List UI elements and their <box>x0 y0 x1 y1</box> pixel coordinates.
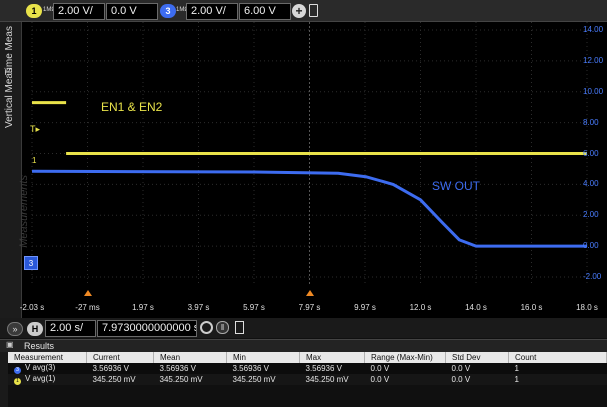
time-reference-marker-icon[interactable] <box>305 290 314 296</box>
x-tick-label: 7.97 s <box>298 303 321 312</box>
current-cell: 3.56936 V <box>86 363 154 374</box>
min-cell: 345.250 mV <box>226 374 300 385</box>
x-tick-label: 5.97 s <box>243 303 265 312</box>
col-min[interactable]: Min <box>226 352 300 363</box>
measurements-watermark: Measurements <box>18 175 30 248</box>
y-tick-label: 6.00 <box>583 148 599 158</box>
col-measurement[interactable]: Measurement <box>8 352 87 363</box>
y-tick-label: 2.00 <box>583 210 599 220</box>
col-range[interactable]: Range (Max-Min) <box>364 352 446 363</box>
results-table: Measurement Current Mean Min Max Range (… <box>8 352 607 385</box>
table-row[interactable]: 3V avg(3) 3.56936 V 3.56936 V 3.56936 V … <box>8 363 607 374</box>
tab-vertical-meas[interactable]: Vertical Meas <box>4 68 15 128</box>
ch1-offset-field[interactable]: 0.0 V <box>106 3 158 20</box>
max-cell: 345.250 mV <box>299 374 365 385</box>
add-channel-icon[interactable]: + <box>292 4 306 18</box>
trigger-level-marker[interactable]: T▸ <box>30 124 40 135</box>
current-cell: 345.250 mV <box>86 374 154 385</box>
x-tick-label: -27 ms <box>75 303 100 312</box>
results-header: ▣ Results <box>0 339 607 352</box>
x-tick-label: 3.97 s <box>187 303 210 312</box>
min-cell: 3.56936 V <box>226 363 300 374</box>
timebase-position-field[interactable]: 7.9730000000000 s <box>97 320 197 337</box>
waveform-display <box>22 22 607 318</box>
waveform-plot <box>31 22 588 285</box>
x-tick-label: 12.0 s <box>409 303 432 312</box>
x-tick-label: 14.0 s <box>465 303 487 312</box>
std-dev-cell: 0.0 V <box>445 363 509 374</box>
ch1-ground-marker[interactable]: 1 <box>32 156 36 165</box>
ch3-scale-field[interactable]: 2.00 V/ <box>186 3 238 20</box>
mean-cell: 3.56936 V <box>153 363 227 374</box>
mean-cell: 345.250 mV <box>153 374 227 385</box>
time-reference-marker-icon[interactable] <box>83 290 92 296</box>
count-cell: 1 <box>508 363 607 374</box>
col-count[interactable]: Count <box>508 352 607 363</box>
col-max[interactable]: Max <box>299 352 365 363</box>
col-std-dev[interactable]: Std Dev <box>445 352 509 363</box>
collapse-toggle-icon[interactable]: » <box>7 322 23 336</box>
y-tick-label: 14.00 <box>583 25 604 34</box>
results-collapse-icon[interactable]: ▣ <box>6 340 14 349</box>
count-cell: 1 <box>508 374 607 385</box>
pin-icon[interactable] <box>309 4 318 17</box>
timebase-pin-icon[interactable] <box>235 321 244 334</box>
ch3-trace-label: SW OUT <box>432 179 480 193</box>
col-current[interactable]: Current <box>86 352 154 363</box>
y-tick-label: 0.00 <box>583 241 599 251</box>
max-cell: 3.56936 V <box>299 363 365 374</box>
timebase-scale-field[interactable]: 2.00 s/ <box>45 320 96 337</box>
y-tick-label: 8.00 <box>583 117 599 127</box>
results-header-row: Measurement Current Mean Min Max Range (… <box>8 352 607 363</box>
x-tick-label: 1.97 s <box>132 303 154 312</box>
y-tick-label: 12.00 <box>583 55 604 65</box>
ch3-badge[interactable]: 3 <box>160 4 176 18</box>
y-tick-label: 10.00 <box>583 86 604 96</box>
results-title: Results <box>24 341 55 351</box>
channel-3-dot-icon: 3 <box>14 367 21 374</box>
x-tick-label: -2.03 s <box>19 303 45 312</box>
acquisition-icon[interactable]: ‖ <box>216 321 229 334</box>
x-tick-label: 18.0 s <box>576 303 598 312</box>
measurement-name-cell: 3V avg(3) <box>8 363 87 374</box>
col-mean[interactable]: Mean <box>153 352 227 363</box>
x-tick-label: 16.0 s <box>520 303 543 312</box>
std-dev-cell: 0.0 V <box>445 374 509 385</box>
x-tick-label: 9.97 s <box>354 303 376 312</box>
ch3-offset-field[interactable]: 6.00 V <box>239 3 291 20</box>
zoom-icon[interactable] <box>200 321 213 334</box>
timebase-badge[interactable]: H <box>27 322 43 336</box>
measurement-name-cell: 1V avg(1) <box>8 374 87 385</box>
table-row[interactable]: 1V avg(1) 345.250 mV 345.250 mV 345.250 … <box>8 374 607 385</box>
ch1-trace-label: EN1 & EN2 <box>101 100 163 114</box>
results-left-strip <box>0 352 8 407</box>
ch1-scale-field[interactable]: 2.00 V/ <box>53 3 105 20</box>
y-tick-label: -2.00 <box>583 272 602 281</box>
range-cell: 0.0 V <box>364 374 446 385</box>
ch1-badge[interactable]: 1 <box>26 4 42 18</box>
ch3-ground-marker[interactable]: 3 <box>24 256 38 270</box>
y-tick-label: 4.00 <box>583 179 599 189</box>
channel-1-dot-icon: 1 <box>14 378 21 385</box>
range-cell: 0.0 V <box>364 363 446 374</box>
